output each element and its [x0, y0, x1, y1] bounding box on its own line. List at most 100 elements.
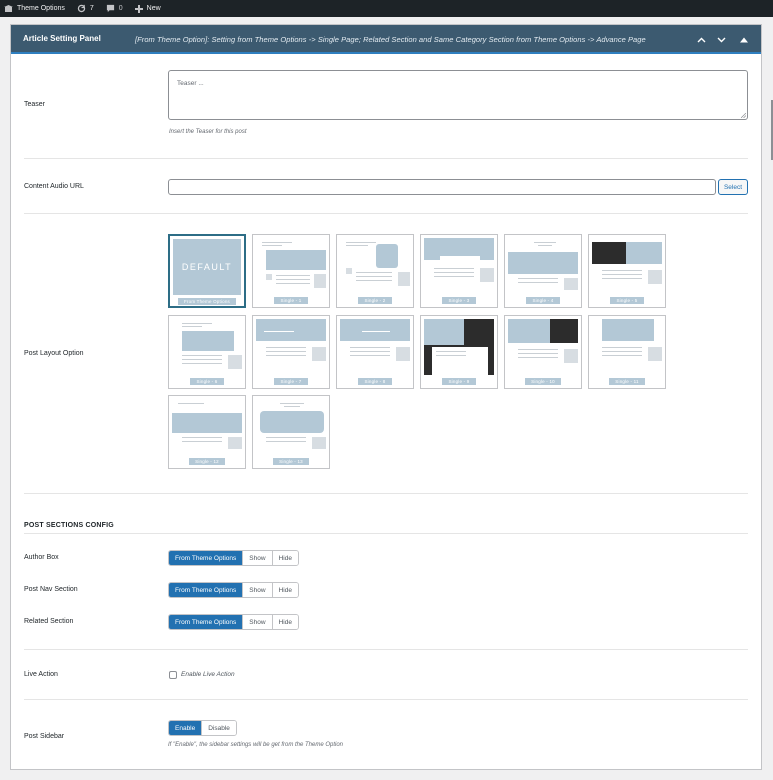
comment-icon — [106, 4, 114, 13]
layout-caption: Single - 2 — [358, 297, 392, 304]
audio-url-input[interactable] — [168, 179, 716, 195]
live-action-checkbox[interactable] — [169, 671, 177, 679]
layout-caption: Single - 8 — [358, 378, 392, 385]
home-icon — [4, 4, 13, 12]
layout-option-single-3[interactable]: Single - 3 — [420, 234, 498, 308]
layout-caption: Single - 1 — [274, 297, 308, 304]
layout-caption: From Theme Options — [177, 298, 237, 305]
author-box-show[interactable]: Show — [242, 551, 272, 565]
layout-option-single-7[interactable]: Single - 7 — [252, 315, 330, 389]
site-name-link[interactable]: Theme Options — [4, 4, 65, 13]
layout-option-single-12[interactable]: Single - 12 — [168, 395, 246, 469]
layout-thumb — [592, 319, 662, 375]
layout-caption: Single - 12 — [189, 458, 225, 465]
move-down-button[interactable] — [714, 33, 728, 47]
layout-caption: Single - 13 — [273, 458, 309, 465]
plus-icon — [134, 4, 143, 13]
layout-option-default[interactable]: DEFAULT From Theme Options — [168, 234, 246, 308]
layout-caption: Single - 7 — [274, 378, 308, 385]
new-content-link[interactable]: New — [134, 4, 161, 13]
post-sidebar-toggle: Enable Disable — [168, 720, 237, 736]
layout-option-single-5[interactable]: Single - 5 — [588, 234, 666, 308]
layout-option-single-1[interactable]: Single - 1 — [252, 234, 330, 308]
teaser-label: Teaser — [24, 101, 46, 108]
select-audio-button[interactable]: Select — [718, 179, 748, 195]
resize-handle-icon[interactable] — [741, 113, 746, 118]
related-section-toggle: From Theme Options Show Hide — [168, 614, 299, 630]
layout-caption: Single - 4 — [526, 297, 560, 304]
divider — [24, 493, 748, 494]
related-from-theme[interactable]: From Theme Options — [169, 615, 243, 629]
panel-note: [From Theme Option]: Setting from Theme … — [135, 35, 646, 44]
layout-option-single-8[interactable]: Single - 8 — [336, 315, 414, 389]
updates-link[interactable]: 7 — [77, 4, 94, 13]
layout-caption: Single - 6 — [190, 378, 224, 385]
layout-thumb — [424, 319, 494, 375]
updates-icon — [77, 4, 86, 13]
chevron-up-icon — [697, 37, 705, 43]
sidebar-enable[interactable]: Enable — [169, 721, 202, 735]
related-hide[interactable]: Hide — [271, 615, 298, 629]
sidebar-disable[interactable]: Disable — [201, 721, 236, 735]
layout-thumb — [508, 238, 578, 294]
related-section-label: Related Section — [24, 618, 74, 625]
default-thumb: DEFAULT — [173, 239, 241, 295]
layout-thumb — [592, 238, 662, 294]
post-nav-toggle: From Theme Options Show Hide — [168, 582, 299, 598]
divider — [24, 533, 748, 534]
panel-header: Article Setting Panel [From Theme Option… — [11, 25, 761, 54]
move-up-button[interactable] — [694, 33, 708, 47]
author-box-hide[interactable]: Hide — [271, 551, 298, 565]
layout-thumb — [424, 238, 494, 294]
layout-option-single-2[interactable]: Single - 2 — [336, 234, 414, 308]
post-nav-label: Post Nav Section — [24, 586, 78, 593]
toggle-panel-button[interactable] — [737, 33, 751, 47]
post-nav-hide[interactable]: Hide — [271, 583, 298, 597]
live-action-checkbox-label[interactable]: Enable Live Action — [181, 671, 235, 678]
post-layout-label: Post Layout Option — [24, 350, 84, 357]
divider — [24, 649, 748, 650]
layout-thumb — [256, 238, 326, 294]
layout-option-single-13[interactable]: Single - 13 — [252, 395, 330, 469]
post-nav-from-theme[interactable]: From Theme Options — [169, 583, 243, 597]
divider — [24, 699, 748, 700]
layout-caption: Single - 5 — [610, 297, 644, 304]
layout-thumb — [508, 319, 578, 375]
post-nav-show[interactable]: Show — [242, 583, 272, 597]
admin-bar: Theme Options 7 0 New — [0, 0, 773, 17]
author-box-toggle: From Theme Options Show Hide — [168, 550, 299, 566]
author-box-from-theme[interactable]: From Theme Options — [169, 551, 243, 565]
divider — [24, 213, 748, 214]
comments-link[interactable]: 0 — [106, 4, 123, 13]
article-setting-panel: Article Setting Panel [From Theme Option… — [10, 24, 762, 770]
layout-option-single-10[interactable]: Single - 10 — [504, 315, 582, 389]
teaser-help-text: Insert the Teaser for this post — [169, 129, 247, 135]
layout-caption: Single - 3 — [442, 297, 476, 304]
layout-caption: Single - 11 — [609, 378, 645, 385]
teaser-placeholder: Teaser ... — [177, 80, 204, 87]
chevron-down-icon — [717, 37, 725, 43]
layout-option-single-4[interactable]: Single - 4 — [504, 234, 582, 308]
layout-option-single-9[interactable]: Single - 9 — [420, 315, 498, 389]
layout-thumb — [172, 319, 242, 375]
panel-title: Article Setting Panel — [23, 34, 101, 43]
layout-option-single-11[interactable]: Single - 11 — [588, 315, 666, 389]
sidebar-help-text: If "Enable", the sidebar settings will b… — [168, 742, 344, 748]
post-sidebar-label: Post Sidebar — [24, 733, 65, 740]
layout-option-single-6[interactable]: Single - 6 — [168, 315, 246, 389]
layout-thumb — [172, 399, 242, 455]
teaser-textarea[interactable]: Teaser ... — [168, 70, 748, 120]
layout-thumb — [256, 319, 326, 375]
layout-thumb — [340, 319, 410, 375]
layout-caption: Single - 9 — [442, 378, 476, 385]
sections-title: POST SECTIONS CONFIG — [24, 522, 114, 529]
layout-thumb — [340, 238, 410, 294]
related-show[interactable]: Show — [242, 615, 272, 629]
audio-url-label: Content Audio URL — [24, 183, 84, 190]
layout-caption: Single - 10 — [525, 378, 561, 385]
layout-thumb — [256, 399, 326, 455]
divider — [24, 158, 748, 159]
triangle-up-icon — [740, 37, 748, 43]
author-box-label: Author Box — [24, 554, 59, 561]
live-action-label: Live Action — [24, 671, 58, 678]
